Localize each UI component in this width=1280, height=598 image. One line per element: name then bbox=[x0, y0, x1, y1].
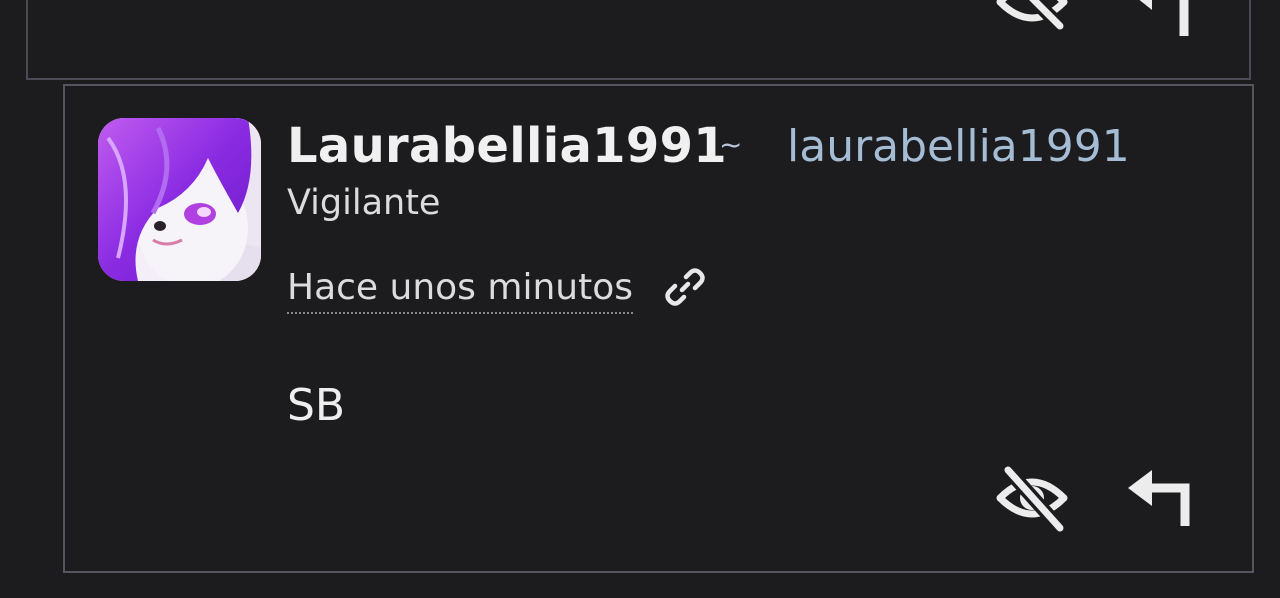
author-handle[interactable]: laurabellia1991 bbox=[787, 121, 1130, 172]
eye-off-icon[interactable] bbox=[994, 0, 1070, 42]
author-role: Vigilante bbox=[287, 183, 441, 223]
avatar[interactable] bbox=[98, 118, 261, 281]
eye-off-icon[interactable] bbox=[994, 462, 1070, 534]
author-name[interactable]: Laurabellia1991 bbox=[287, 118, 727, 174]
link-icon[interactable] bbox=[664, 266, 706, 308]
avatar-image bbox=[98, 118, 261, 281]
comments-page: Laurabellia1991 ~ laurabellia1991 Vigila… bbox=[0, 0, 1280, 598]
comment-timestamp[interactable]: Hace unos minutos bbox=[287, 266, 633, 314]
comment-body: SB bbox=[287, 380, 346, 431]
name-separator: ~ bbox=[719, 128, 743, 161]
reply-icon[interactable] bbox=[1124, 466, 1194, 528]
reply-icon[interactable] bbox=[1124, 0, 1194, 40]
